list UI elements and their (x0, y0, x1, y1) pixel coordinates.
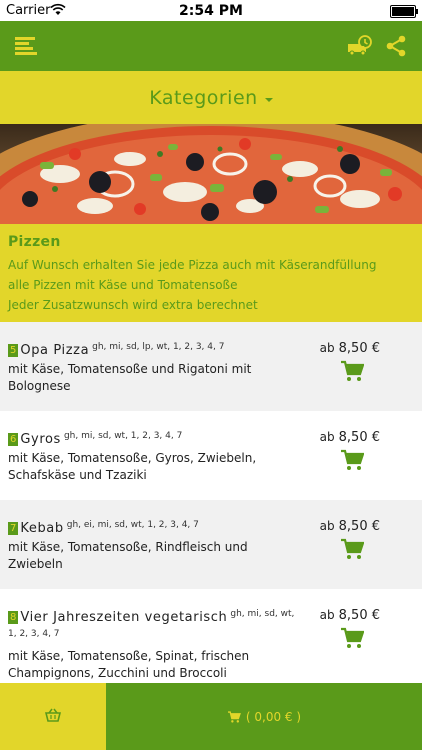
hamburger-menu-icon[interactable] (10, 30, 42, 62)
menu-item[interactable]: 7 Kebab gh, ei, mi, sd, wt, 1, 2, 3, 4, 7 … (0, 500, 422, 589)
share-icon[interactable] (380, 30, 412, 62)
add-to-cart-icon[interactable] (340, 627, 365, 649)
info-line: Jeder Zusatzwunsch wird extra berechnet (8, 298, 258, 312)
item-number: 5 (8, 344, 19, 357)
item-number: 6 (8, 433, 19, 446)
price-value: 8,50 € (338, 430, 380, 445)
info-line: Auf Wunsch erhalten Sie jede Pizza auch … (8, 258, 377, 272)
status-bar: Carrier 2:54 PM (0, 0, 422, 21)
item-name: Gyros (20, 432, 61, 447)
add-to-cart-icon[interactable] (340, 449, 365, 471)
caret-down-icon (264, 97, 273, 102)
item-allergens: gh, mi, sd, wt, 1, 2, 3, 4, 7 (63, 431, 183, 441)
item-name: Vier Jahreszeiten vegetarisch (20, 610, 228, 625)
item-description: mit Käse, Tomatensoße, Rindfleisch und Z… (8, 540, 248, 571)
category-title: Kategorien (149, 86, 258, 109)
menu-item[interactable]: 5 Opa Pizza gh, mi, sd, lp, wt, 1, 2, 3, 4… (0, 322, 422, 411)
basket-button[interactable] (0, 683, 106, 750)
cart-total-button[interactable]: ( 0,00 € ) (106, 683, 422, 750)
price-prefix: ab (319, 519, 335, 533)
item-description: mit Käse, Tomatensoße, Gyros, Zwiebeln, … (8, 451, 257, 482)
add-to-cart-icon[interactable] (340, 538, 365, 560)
cart-total-label: ( 0,00 € ) (245, 709, 302, 724)
delivery-truck-clock-icon[interactable] (344, 30, 376, 62)
item-price: ab 8,50 € (320, 341, 380, 356)
item-allergens: gh, mi, sd, lp, wt, 1, 2, 3, 4, 7 (92, 342, 225, 352)
bottom-bar: ( 0,00 € ) (0, 683, 422, 750)
item-number: 7 (8, 522, 19, 535)
price-value: 8,50 € (338, 608, 380, 623)
item-price: ab 8,50 € (320, 608, 380, 623)
price-prefix: ab (319, 608, 335, 622)
category-heading: Pizzen (8, 234, 61, 250)
add-to-cart-icon[interactable] (340, 360, 365, 382)
price-value: 8,50 € (338, 341, 380, 356)
app-header (0, 21, 422, 71)
basket-icon (44, 707, 62, 726)
menu-item[interactable]: 8 Vier Jahreszeiten vegetarisch gh, mi, sd… (0, 589, 422, 680)
menu-item[interactable]: 6 Gyros gh, mi, sd, wt, 1, 2, 3, 4, 7 mit … (0, 411, 422, 500)
item-number: 8 (8, 611, 19, 624)
item-allergens: gh, ei, mi, sd, wt, 1, 2, 3, 4, 7 (66, 520, 199, 530)
item-description: mit Käse, Tomatensoße und Rigatoni mit B… (8, 362, 252, 393)
item-description: mit Käse, Tomatensoße, Spinat, frischen … (8, 649, 250, 680)
price-prefix: ab (319, 430, 335, 444)
info-line: alle Pizzen mit Käse und Tomatensoße (8, 278, 238, 292)
item-price: ab 8,50 € (320, 519, 380, 534)
pizza-banner-image (0, 124, 422, 224)
category-info: Pizzen Auf Wunsch erhalten Sie jede Pizz… (0, 224, 422, 322)
battery-icon (390, 5, 418, 18)
status-time: 2:54 PM (179, 3, 243, 19)
item-price: ab 8,50 € (320, 430, 380, 445)
price-value: 8,50 € (338, 519, 380, 534)
cart-icon (227, 710, 241, 723)
item-name: Kebab (20, 521, 64, 536)
price-prefix: ab (319, 341, 335, 355)
category-dropdown[interactable]: Kategorien (0, 71, 422, 124)
item-name: Opa Pizza (20, 343, 90, 358)
